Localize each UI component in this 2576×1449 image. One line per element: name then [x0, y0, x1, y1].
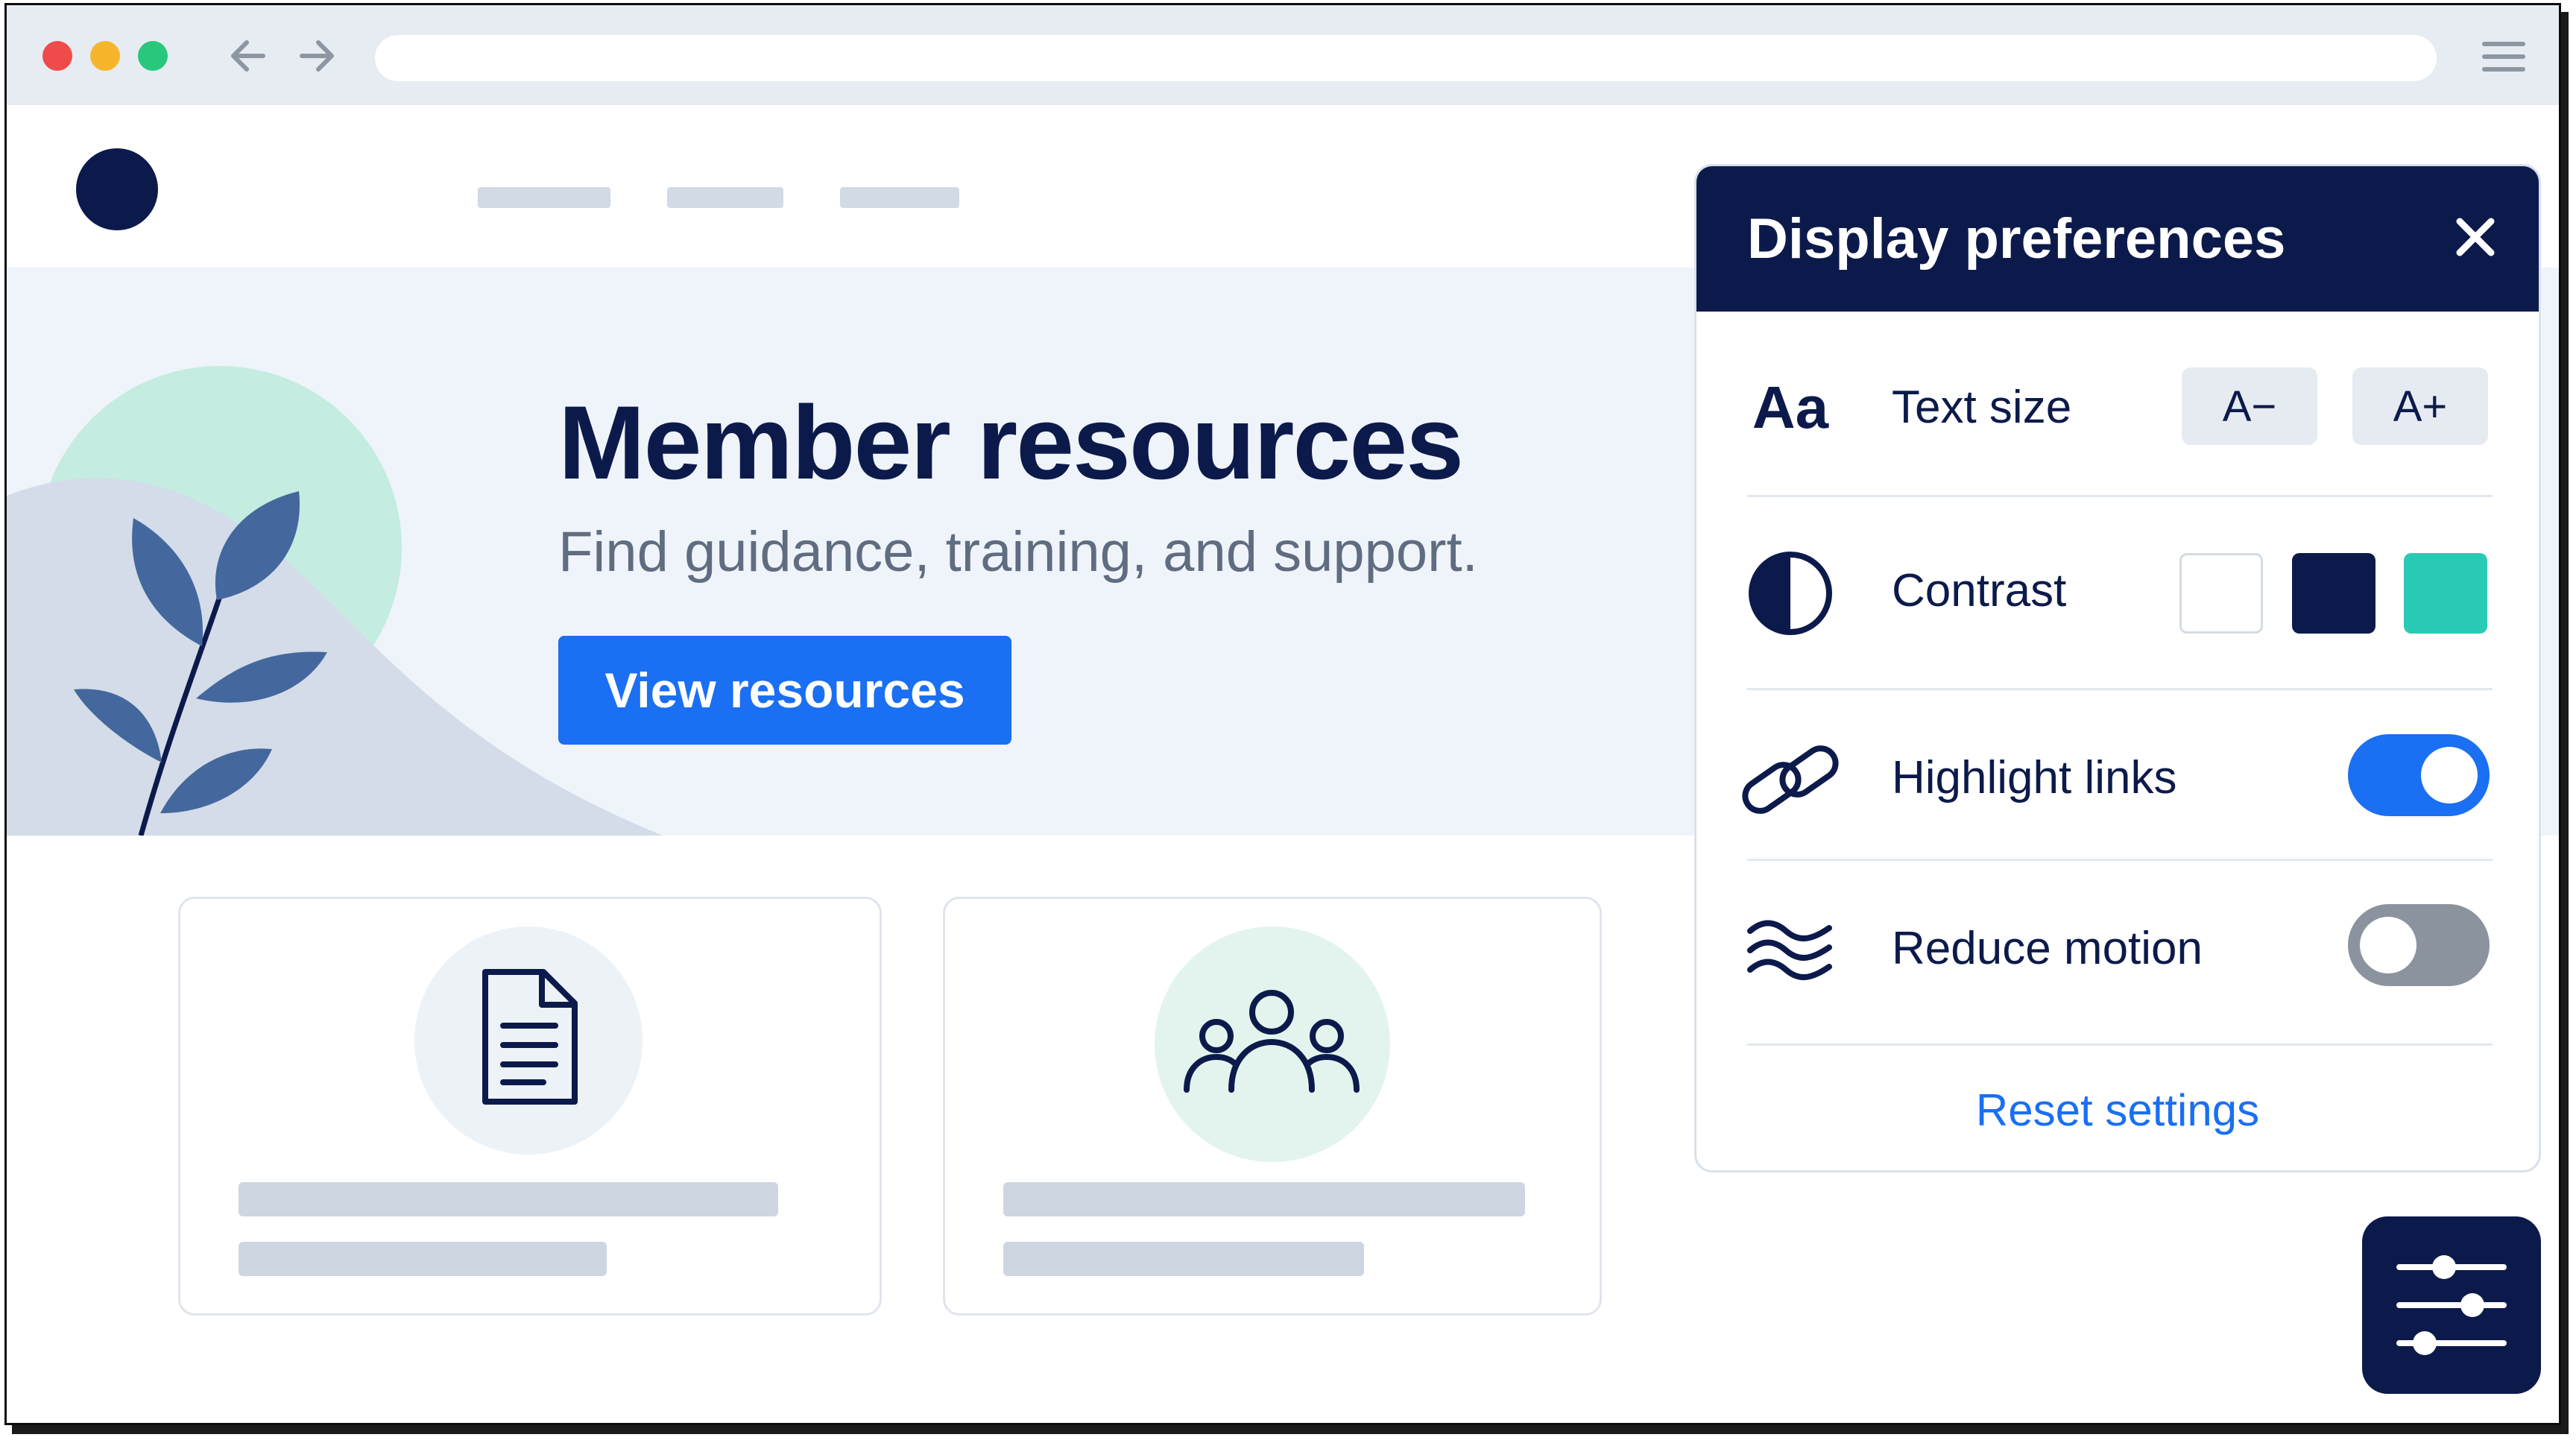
card-title-placeholder: [239, 1182, 778, 1216]
contrast-label: Contrast: [1892, 565, 2067, 616]
toggle-knob: [2360, 917, 2416, 973]
increase-text-size-button[interactable]: A+: [2352, 367, 2488, 445]
resource-card[interactable]: [178, 897, 882, 1316]
contrast-icon: [1749, 552, 1832, 635]
hero-subtitle: Find guidance, training, and support.: [558, 520, 1478, 584]
highlight-links-toggle[interactable]: [2348, 734, 2490, 816]
display-preferences-panel: Display preferences Aa Text size A− A+ C…: [1694, 164, 2541, 1172]
browser-window: Member resources Find guidance, training…: [4, 3, 2561, 1425]
document-icon: [482, 969, 578, 1105]
contrast-swatch-white[interactable]: [2179, 553, 2263, 634]
nav-link-placeholder[interactable]: [667, 187, 783, 208]
people-icon: [1184, 990, 1360, 1093]
panel-header: Display preferences: [1696, 166, 2539, 312]
page-title: Member resources: [558, 384, 1464, 501]
divider: [1747, 859, 2493, 861]
card-title-placeholder: [1003, 1182, 1525, 1216]
display-settings-fab[interactable]: [2362, 1216, 2541, 1394]
card-text-placeholder: [1003, 1242, 1364, 1276]
panel-title: Display preferences: [1747, 207, 2286, 271]
contrast-swatch-navy[interactable]: [2292, 553, 2375, 634]
site-logo[interactable]: [76, 148, 158, 230]
divider: [1747, 495, 2493, 497]
toggle-knob: [2421, 747, 2478, 804]
nav-link-placeholder[interactable]: [840, 187, 959, 208]
waves-icon: [1747, 920, 1832, 981]
divider: [1747, 1044, 2493, 1046]
minimize-window-dot[interactable]: [90, 41, 120, 71]
resource-card[interactable]: [943, 897, 1602, 1316]
view-resources-button[interactable]: View resources: [558, 636, 1011, 745]
text-size-label: Text size: [1892, 382, 2072, 433]
browser-titlebar: [7, 5, 2559, 105]
highlight-links-label: Highlight links: [1892, 752, 2177, 804]
contrast-swatch-teal[interactable]: [2404, 553, 2487, 634]
nav-link-placeholder[interactable]: [478, 187, 610, 208]
forward-arrow-icon[interactable]: [294, 35, 339, 77]
reset-settings-link[interactable]: Reset settings: [1696, 1085, 2539, 1136]
hamburger-menu-icon[interactable]: [2481, 38, 2526, 75]
address-bar[interactable]: [375, 35, 2437, 81]
sliders-icon: [2396, 1255, 2507, 1355]
back-arrow-icon[interactable]: [226, 35, 271, 77]
link-icon: [1742, 745, 1839, 814]
close-window-dot[interactable]: [42, 41, 72, 71]
decrease-text-size-button[interactable]: A−: [2182, 367, 2317, 445]
reduce-motion-toggle[interactable]: [2348, 904, 2490, 986]
card-text-placeholder: [239, 1242, 607, 1276]
maximize-window-dot[interactable]: [138, 41, 168, 71]
divider: [1747, 688, 2493, 690]
text-size-icon: Aa: [1752, 374, 1829, 441]
reduce-motion-label: Reduce motion: [1892, 923, 2203, 974]
close-icon[interactable]: [2449, 211, 2501, 263]
